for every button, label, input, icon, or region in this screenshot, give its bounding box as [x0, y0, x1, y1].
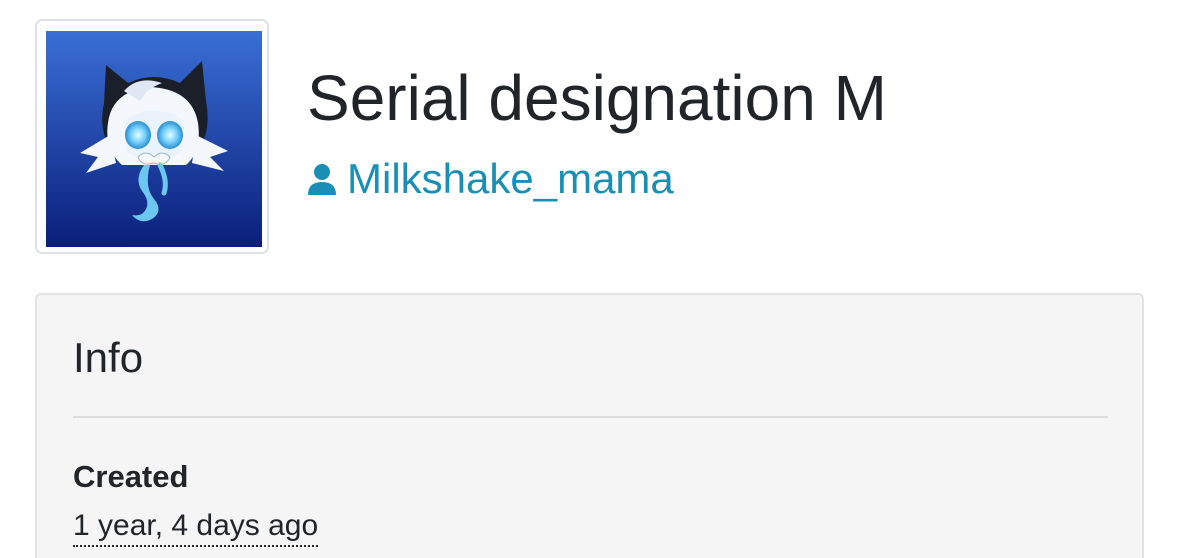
- work-title: Serial designation M: [307, 62, 887, 134]
- user-icon: [307, 163, 337, 195]
- created-timestamp[interactable]: 1 year, 4 days ago: [73, 507, 319, 547]
- work-page: Serial designation M Milkshake_mama Info…: [0, 0, 1179, 558]
- author-link[interactable]: Milkshake_mama: [307, 153, 674, 205]
- avatar[interactable]: [46, 31, 262, 247]
- avatar-frame: [35, 19, 269, 254]
- info-divider: [73, 416, 1108, 418]
- info-panel: Info Created 1 year, 4 days ago: [35, 293, 1144, 558]
- avatar-illustration: [46, 31, 262, 247]
- author-name: Milkshake_mama: [347, 155, 674, 202]
- created-label: Created: [73, 459, 189, 494]
- info-heading: Info: [73, 334, 144, 381]
